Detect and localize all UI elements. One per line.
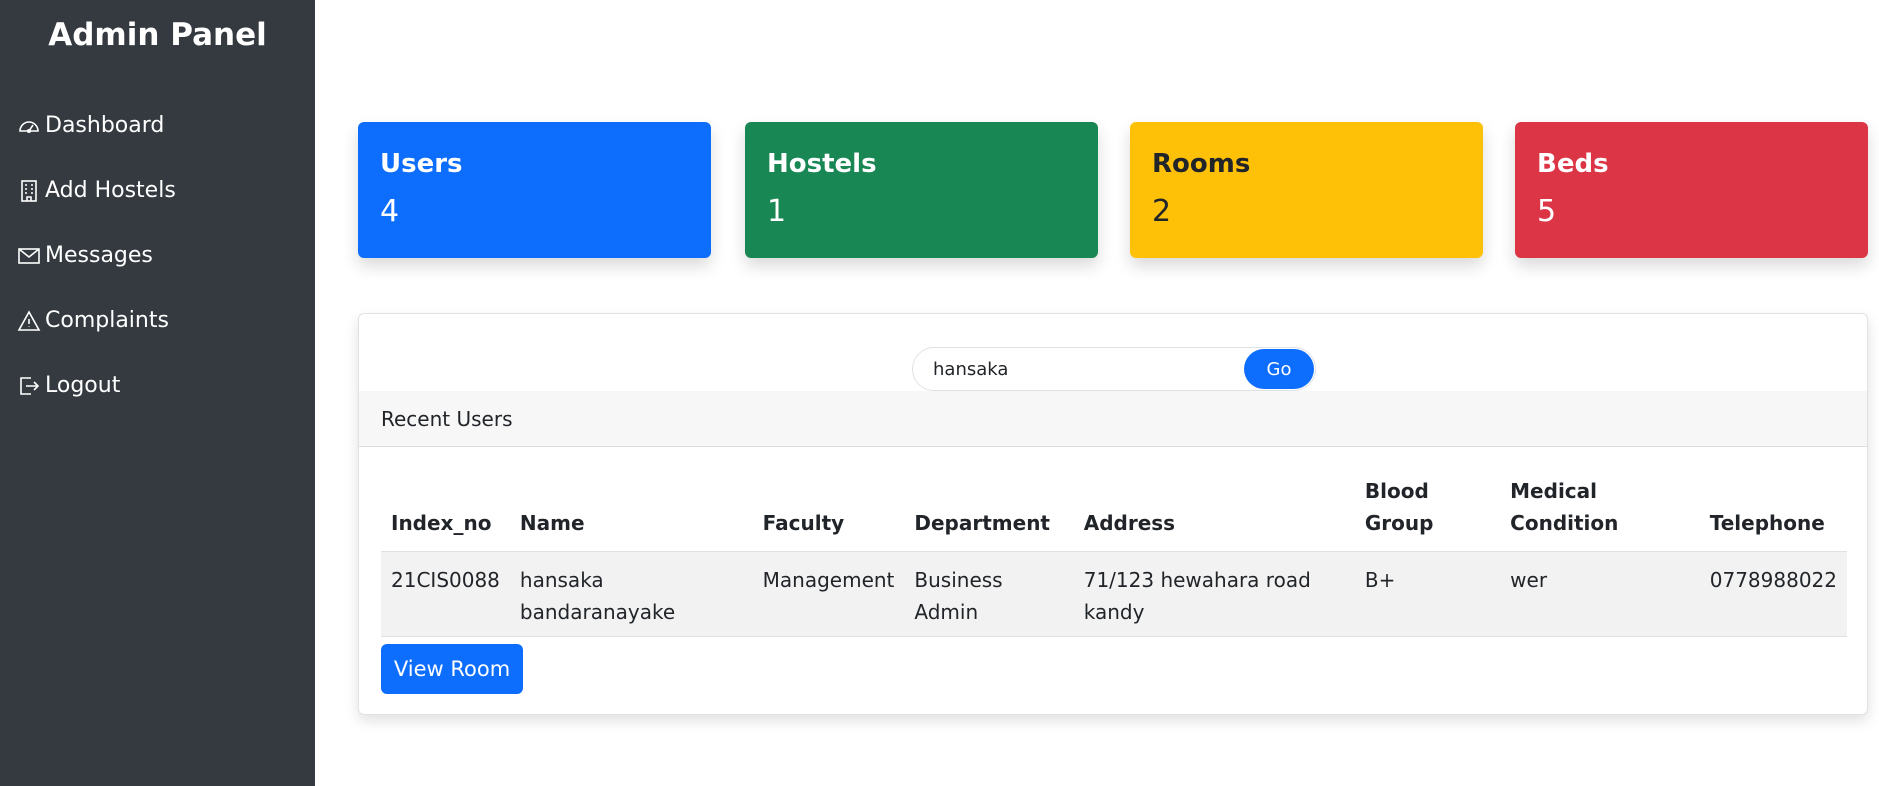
- search-input[interactable]: [933, 349, 1253, 389]
- sidebar-item-dashboard[interactable]: Dashboard: [0, 93, 315, 158]
- column-header-faculty: Faculty: [752, 475, 905, 552]
- card-value: 1: [767, 194, 787, 229]
- sidebar: Admin Panel Dashboard Add Hostels Messag…: [0, 0, 315, 786]
- view-room-button[interactable]: View Room: [381, 644, 523, 694]
- card-value: 4: [380, 194, 400, 229]
- sidebar-item-label: Dashboard: [45, 113, 165, 138]
- card-title: Beds: [1537, 149, 1609, 179]
- column-header-name: Name: [509, 475, 753, 552]
- cell-blood-group: B+: [1354, 551, 1501, 637]
- recent-users-panel: Go Recent Users Index_no Name Faculty De…: [358, 313, 1868, 715]
- card-value: 5: [1537, 194, 1557, 229]
- card-title: Rooms: [1152, 149, 1251, 179]
- cell-faculty: Management: [752, 551, 905, 637]
- users-stat-card: Users 4: [358, 122, 711, 258]
- column-header-medical-condition: Medical Condition: [1500, 475, 1700, 552]
- table-row: 21CIS0088 hansaka bandaranayake Manageme…: [381, 551, 1847, 637]
- column-header-department: Department: [904, 475, 1074, 552]
- building-icon: [21, 179, 37, 202]
- card-title: Users: [380, 149, 463, 179]
- logout-icon: [20, 376, 40, 395]
- cell-name: hansaka bandaranayake: [509, 551, 753, 637]
- column-header-index-no: Index_no: [381, 475, 510, 552]
- main-content: Users 4 Hostels 1 Rooms 2 Beds 5 Go Rece…: [315, 0, 1879, 786]
- search-bar: Go: [912, 347, 1316, 391]
- panel-header: Recent Users: [359, 391, 1867, 447]
- cell-address: 71/123 hewahara road kandy: [1073, 551, 1355, 637]
- sidebar-item-label: Complaints: [45, 308, 169, 333]
- sidebar-item-label: Logout: [45, 373, 121, 398]
- hostels-stat-card: Hostels 1: [745, 122, 1098, 258]
- sidebar-item-label: Messages: [45, 243, 153, 268]
- column-header-address: Address: [1073, 475, 1355, 552]
- sidebar-item-complaints[interactable]: Complaints: [0, 288, 315, 353]
- speedometer-icon: [19, 120, 39, 133]
- go-button[interactable]: Go: [1244, 349, 1314, 389]
- sidebar-item-label: Add Hostels: [45, 178, 176, 203]
- card-value: 2: [1152, 194, 1172, 229]
- beds-stat-card: Beds 5: [1515, 122, 1868, 258]
- table-header-row: Index_no Name Faculty Department Address…: [381, 475, 1847, 552]
- warning-icon: [17, 309, 41, 331]
- cell-telephone: 0778988022: [1699, 551, 1847, 637]
- cell-medical-condition: wer: [1500, 551, 1700, 637]
- column-header-blood-group: Blood Group: [1354, 475, 1501, 552]
- card-title: Hostels: [767, 149, 877, 179]
- sidebar-item-messages[interactable]: Messages: [0, 223, 315, 288]
- envelope-icon: [18, 247, 40, 264]
- rooms-stat-card: Rooms 2: [1130, 122, 1483, 258]
- column-header-telephone: Telephone: [1699, 475, 1847, 552]
- recent-users-table: Index_no Name Faculty Department Address…: [381, 475, 1847, 637]
- sidebar-nav: Dashboard Add Hostels Messages Complaint…: [0, 93, 315, 418]
- sidebar-title: Admin Panel: [48, 17, 267, 53]
- cell-department: Business Admin: [904, 551, 1074, 637]
- sidebar-item-logout[interactable]: Logout: [0, 353, 315, 418]
- sidebar-item-add-hostels[interactable]: Add Hostels: [0, 158, 315, 223]
- cell-index-no: 21CIS0088: [381, 551, 510, 637]
